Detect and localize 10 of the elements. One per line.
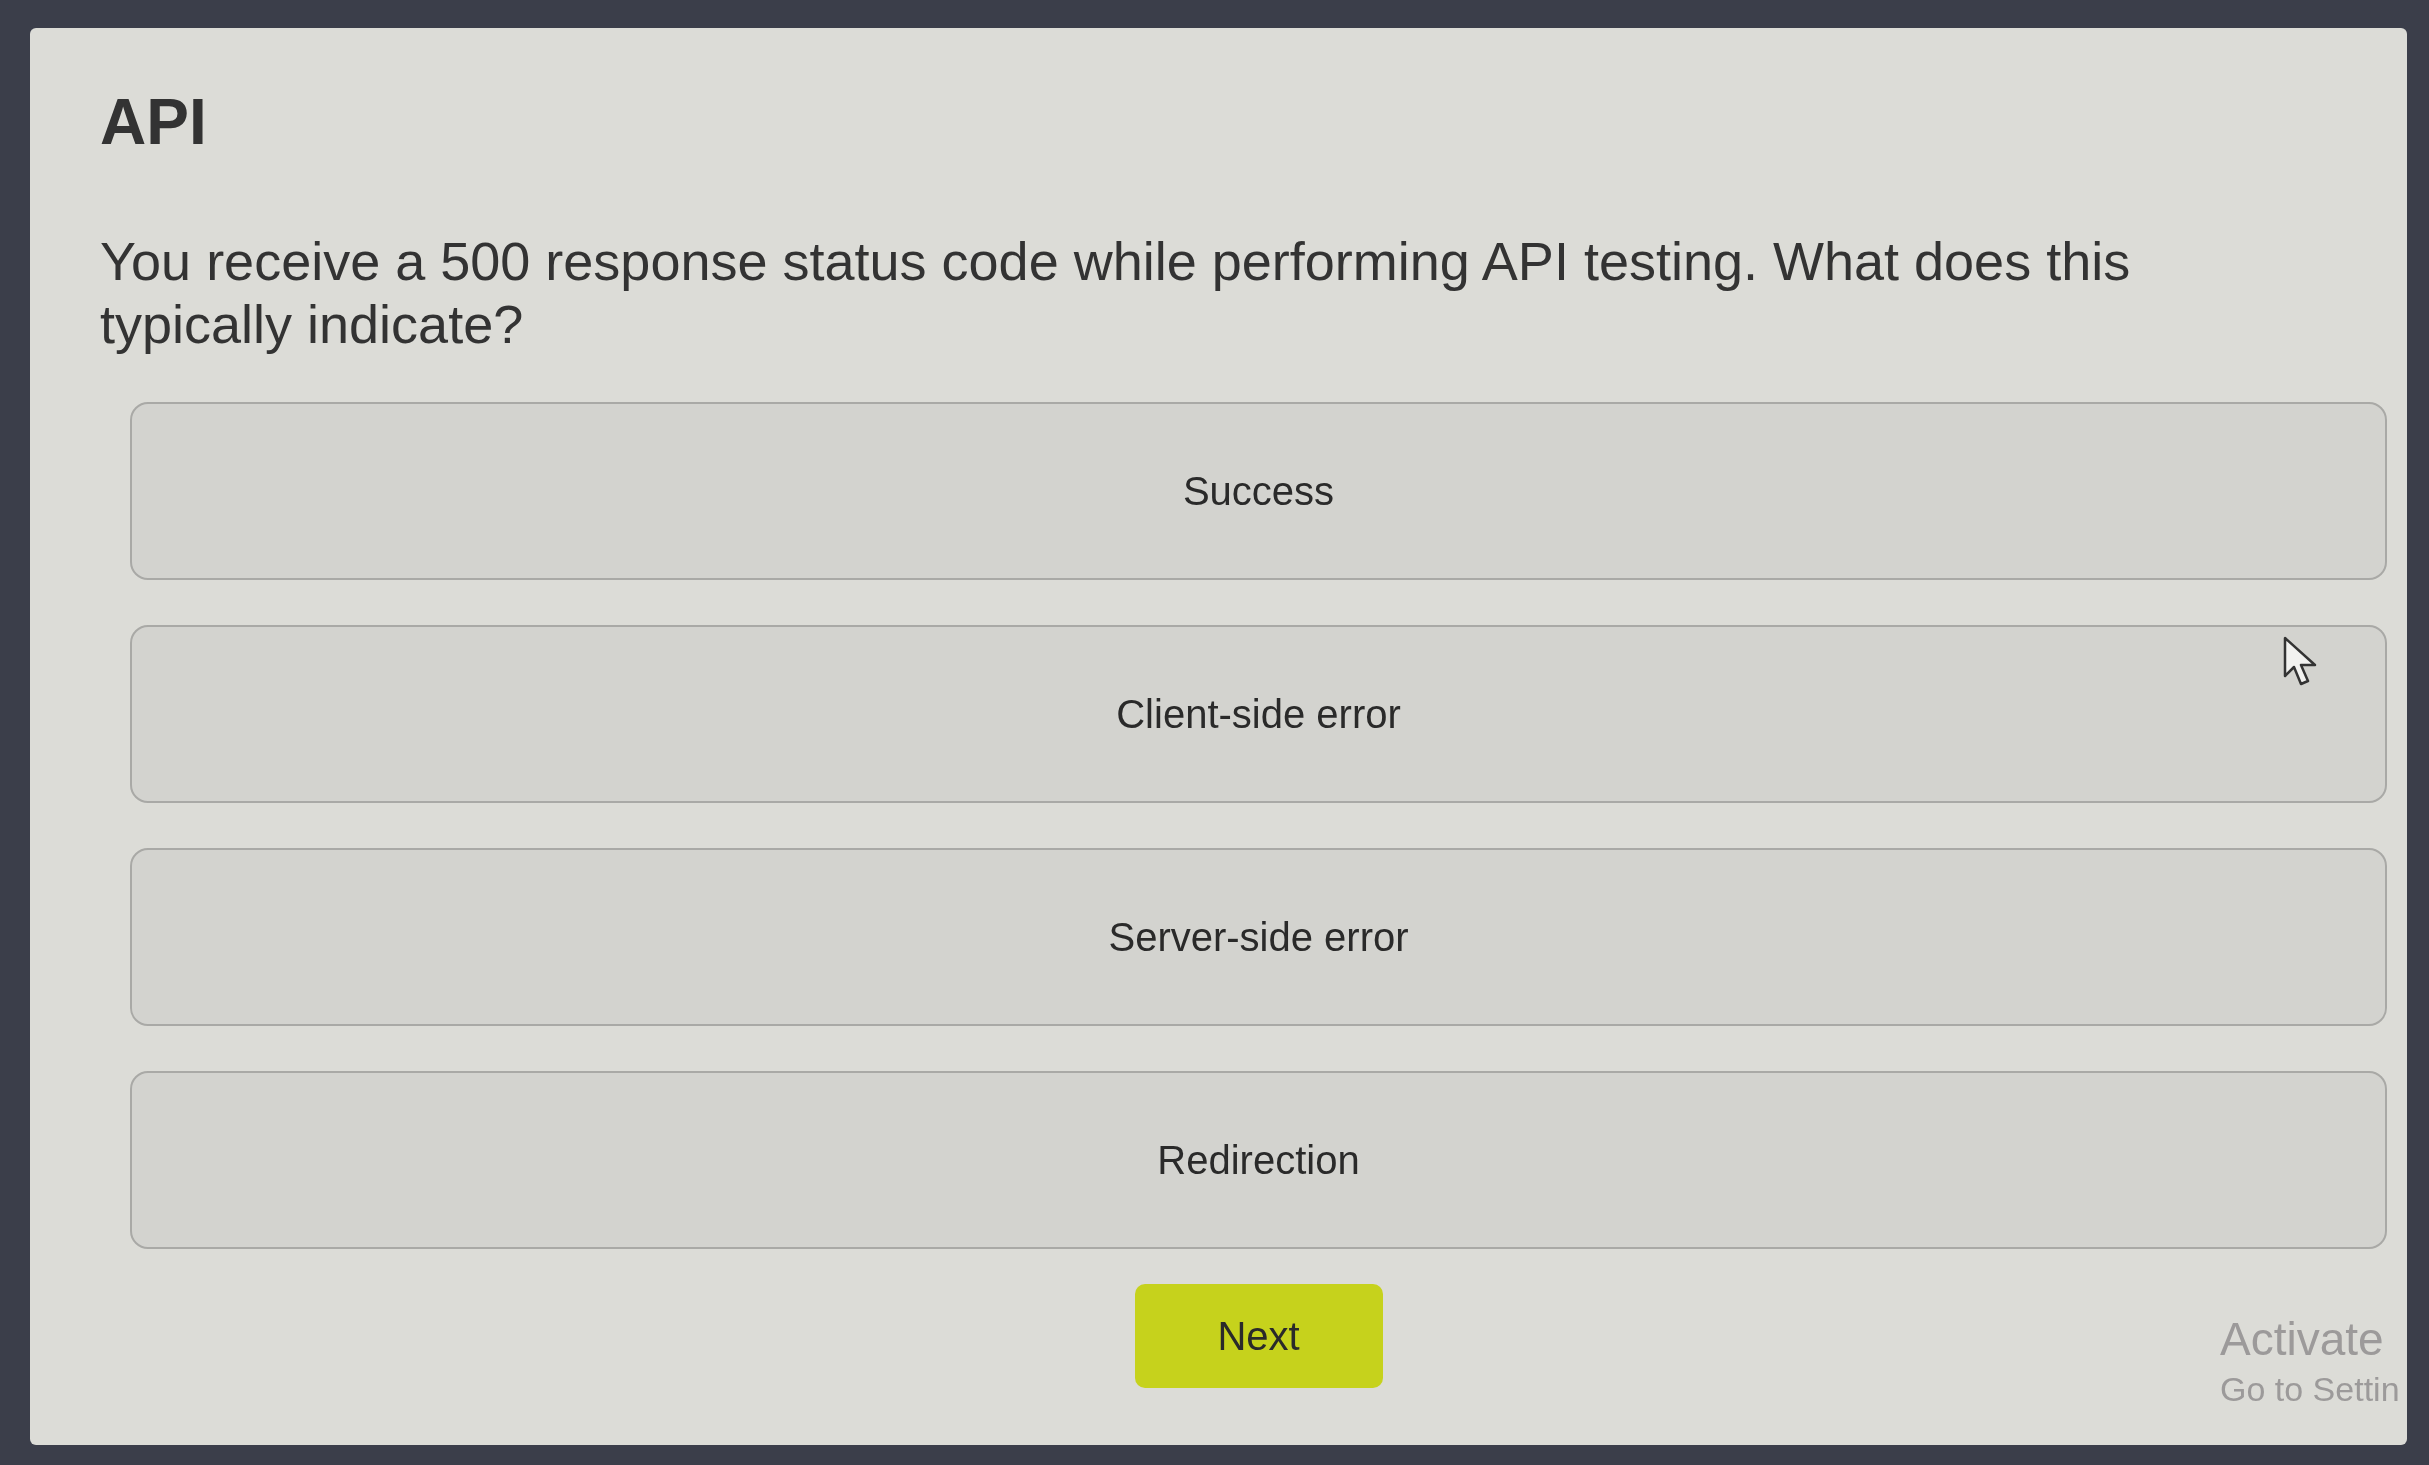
question-text: You receive a 500 response status code while performing API testing. What does this typically indicate? [100, 229, 2132, 356]
answer-option[interactable]: Server-side error [130, 847, 2387, 1026]
answer-option[interactable]: Success [130, 401, 2387, 580]
mouse-pointer-icon [2283, 636, 2319, 688]
answer-option[interactable]: Redirection [130, 1070, 2387, 1249]
quiz-title: API [100, 86, 207, 160]
activation-watermark-text: Go to Settin [2220, 1369, 2400, 1411]
answer-option[interactable]: Client-side error [130, 624, 2387, 803]
next-button[interactable]: Next [1134, 1283, 1383, 1388]
activation-watermark-text: Activate [2220, 1312, 2385, 1367]
